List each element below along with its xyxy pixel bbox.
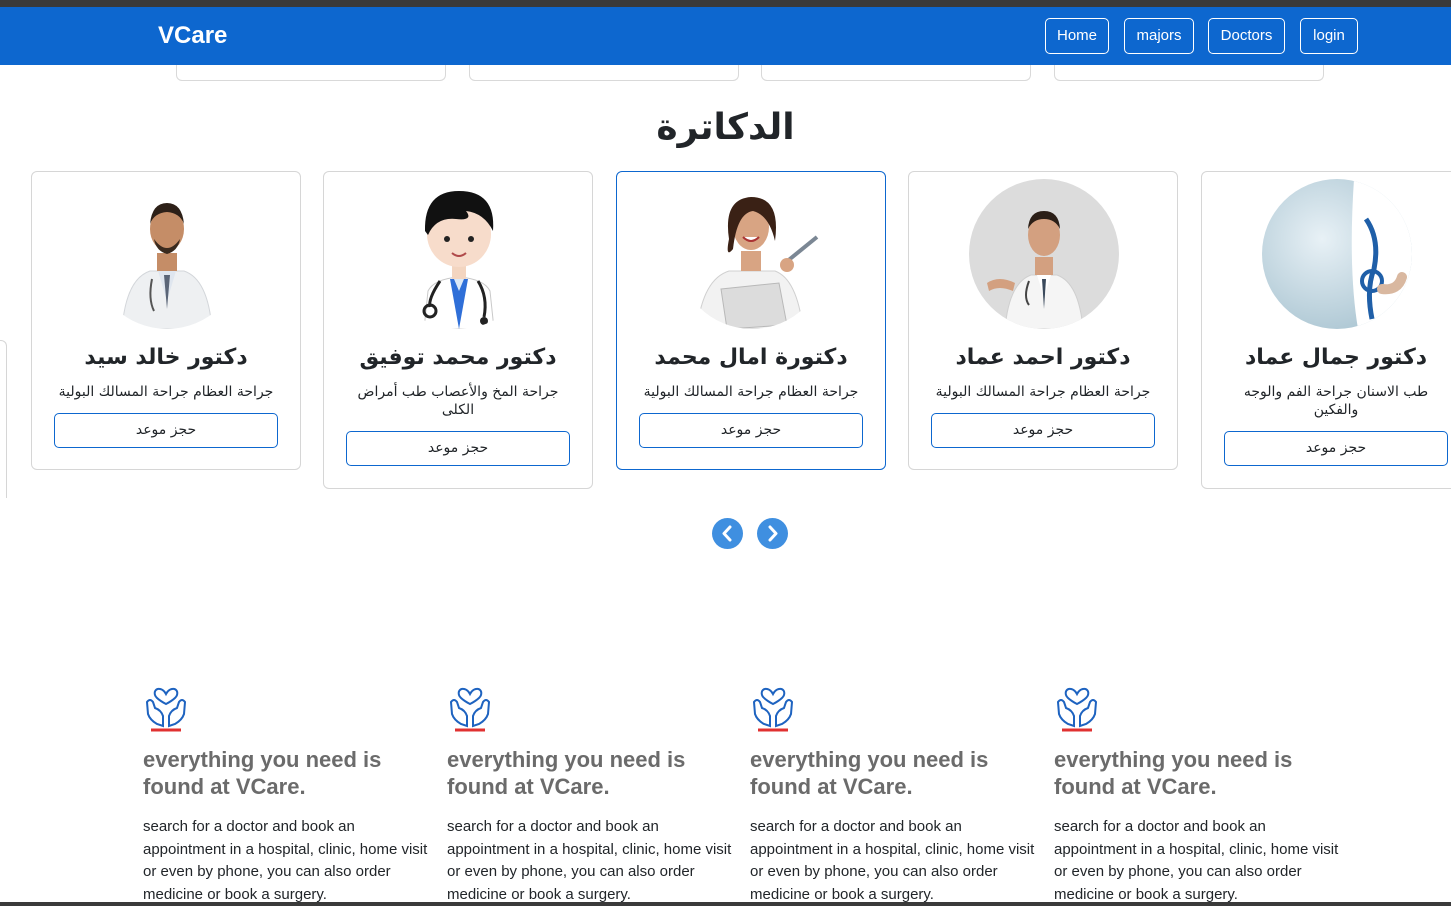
nav-login-button[interactable]: login — [1300, 18, 1358, 54]
heart-hands-icon — [752, 687, 794, 732]
doctor-name: دكتور جمال عماد — [1244, 345, 1428, 370]
doctor-specialty: جراحة العظام جراحة المسالك البولية — [935, 384, 1151, 400]
window-top-strip — [0, 0, 1451, 7]
nav-doctors-button[interactable]: Doctors — [1208, 18, 1285, 54]
doctor-specialty: جراحة العظام جراحة المسالك البولية — [58, 384, 274, 400]
doctor-card[interactable]: دكتورة امال محمد جراحة العظام جراحة المس… — [616, 171, 886, 470]
feature-text: search for a doctor and book an appointm… — [750, 818, 1035, 903]
doctor-photo — [677, 179, 827, 329]
feature-title: everything you need is found at VCare. — [1054, 747, 1293, 799]
carousel-next-button[interactable] — [757, 518, 788, 549]
book-appointment-button[interactable]: حجز موعد — [931, 413, 1155, 448]
previous-section-card — [469, 65, 739, 81]
chevron-right-icon — [768, 525, 778, 542]
doctor-specialty: جراحة المخ والأعصاب طب أمراض الكلى — [357, 384, 559, 418]
doctor-name: دكتور احمد عماد — [955, 345, 1131, 370]
navbar: VCare Home majors Doctors login — [0, 7, 1451, 65]
previous-section-card — [1054, 65, 1324, 81]
doctor-specialty: طب الاسنان جراحة الفم والوجه والفكين — [1243, 384, 1429, 418]
feature-title: everything you need is found at VCare. — [143, 747, 382, 799]
chevron-left-icon — [722, 525, 732, 542]
heart-hands-icon — [145, 687, 187, 732]
brand-logo[interactable]: VCare — [158, 21, 227, 51]
feature-text: search for a doctor and book an appointm… — [1054, 818, 1339, 903]
doctor-card[interactable]: دكتور خالد سيد جراحة العظام جراحة المسال… — [31, 171, 301, 470]
doctor-photo — [969, 179, 1119, 329]
previous-section-card — [176, 65, 446, 81]
nav-majors-button[interactable]: majors — [1124, 18, 1194, 54]
doctor-card[interactable]: دكتور جمال عماد طب الاسنان جراحة الفم وا… — [1201, 171, 1451, 489]
doctor-photo — [92, 179, 242, 329]
window-bottom-strip — [0, 902, 1451, 906]
book-appointment-button[interactable]: حجز موعد — [54, 413, 278, 448]
partial-doctor-card[interactable] — [0, 340, 7, 498]
feature-text: search for a doctor and book an appointm… — [143, 818, 428, 903]
doctors-section-title: الدكاترة — [656, 107, 795, 148]
feature-title: everything you need is found at VCare. — [750, 747, 989, 799]
heart-hands-icon — [1056, 687, 1098, 732]
feature-title: everything you need is found at VCare. — [447, 747, 686, 799]
doctor-card[interactable]: دكتور احمد عماد جراحة العظام جراحة المسا… — [908, 171, 1178, 470]
book-appointment-button[interactable]: حجز موعد — [346, 431, 570, 466]
feature-text: search for a doctor and book an appointm… — [447, 818, 732, 903]
book-appointment-button[interactable]: حجز موعد — [1224, 431, 1448, 466]
doctor-name: دكتور خالد سيد — [84, 345, 248, 370]
heart-hands-icon — [449, 687, 491, 732]
doctor-name: دكتورة امال محمد — [654, 345, 848, 370]
previous-section-card — [761, 65, 1031, 81]
doctor-specialty: جراحة العظام جراحة المسالك البولية — [643, 384, 859, 400]
doctors-carousel: دكتور خالد سيد جراحة العظام جراحة المسال… — [0, 168, 1451, 498]
nav-home-button[interactable]: Home — [1045, 18, 1109, 54]
doctor-name: دكتور محمد توفيق — [359, 345, 557, 370]
carousel-prev-button[interactable] — [712, 518, 743, 549]
doctor-photo — [384, 179, 534, 329]
book-appointment-button[interactable]: حجز موعد — [639, 413, 863, 448]
doctor-photo — [1262, 179, 1412, 329]
doctor-card[interactable]: دكتور محمد توفيق جراحة المخ والأعصاب طب … — [323, 171, 593, 489]
